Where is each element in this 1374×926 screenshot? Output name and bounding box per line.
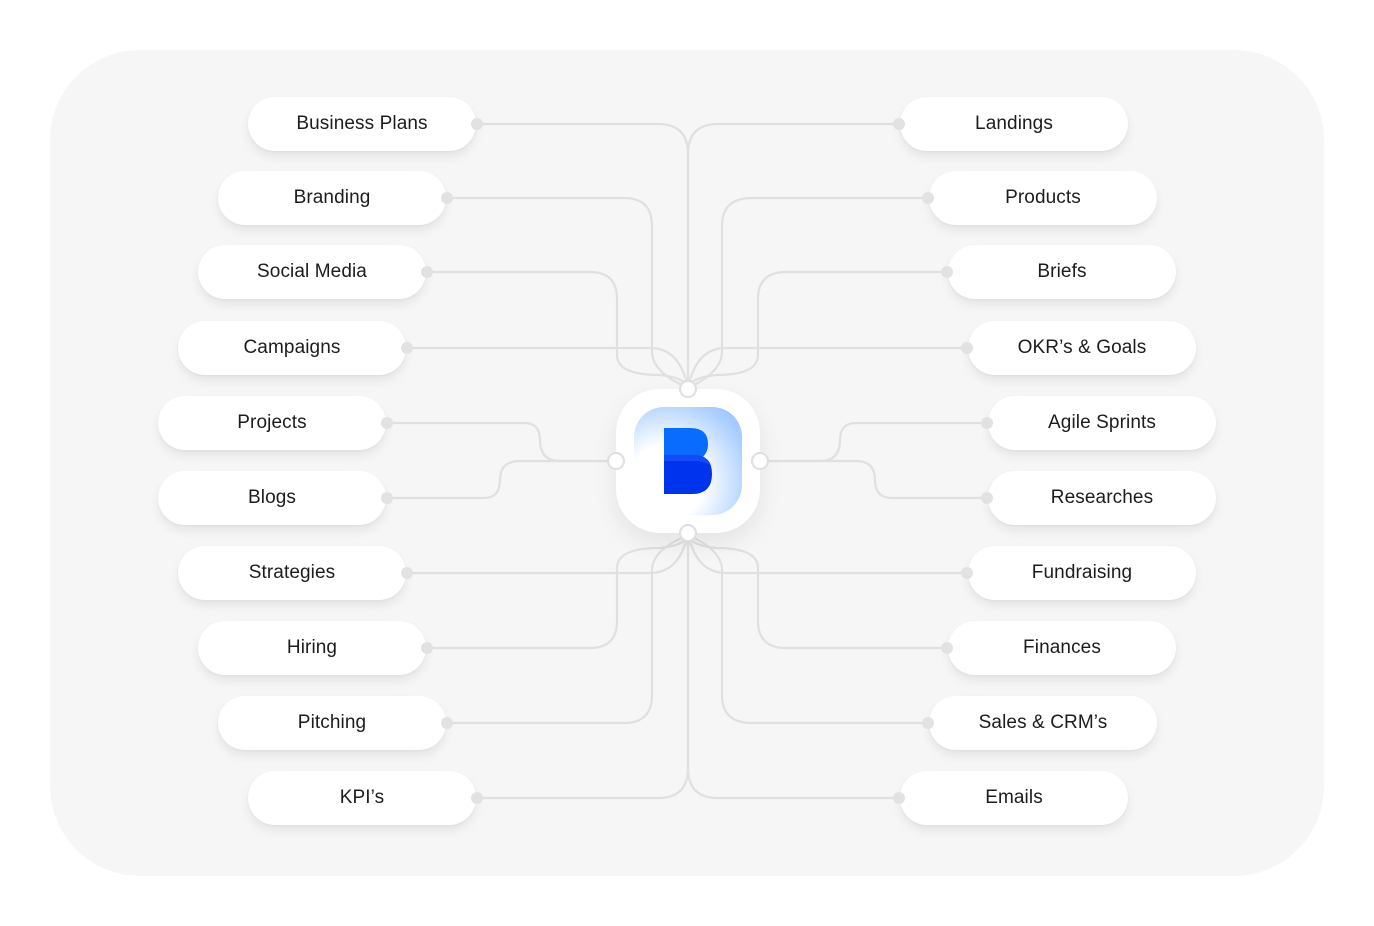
connector-dot xyxy=(401,342,413,354)
connector-dot xyxy=(401,567,413,579)
node-label: Fundraising xyxy=(1031,562,1133,583)
wire-strategies xyxy=(405,531,690,575)
wire-researches xyxy=(758,459,989,500)
wire-social-media xyxy=(425,270,690,392)
node-landings[interactable]: Landings xyxy=(900,97,1128,151)
node-label: Pitching xyxy=(297,712,367,733)
node-label: Hiring xyxy=(286,637,338,658)
node-finances[interactable]: Finances xyxy=(948,621,1176,675)
connector-dot xyxy=(421,642,433,654)
wire-briefs xyxy=(686,270,949,392)
wire-business-plans xyxy=(475,122,690,392)
wire-projects xyxy=(385,421,618,463)
wire-blogs xyxy=(385,459,618,500)
central-hub[interactable] xyxy=(607,380,769,542)
wire-agile-sprints xyxy=(758,421,989,463)
connector-dot xyxy=(941,266,953,278)
node-projects[interactable]: Projects xyxy=(158,396,386,450)
node-agile-sprints[interactable]: Agile Sprints xyxy=(988,396,1216,450)
node-label: Projects xyxy=(237,412,307,433)
wire-finances xyxy=(686,531,949,650)
wire-sales-crms xyxy=(686,533,930,725)
node-blogs[interactable]: Blogs xyxy=(158,471,386,525)
node-fundraising[interactable]: Fundraising xyxy=(968,546,1196,600)
node-social-media[interactable]: Social Media xyxy=(198,245,426,299)
connector-dot xyxy=(381,492,393,504)
node-label: Strategies xyxy=(248,562,336,583)
node-label: Researches xyxy=(1050,487,1154,508)
connector-dot xyxy=(981,492,993,504)
wire-campaigns xyxy=(405,346,690,390)
connector-dot xyxy=(922,717,934,729)
connector-dot xyxy=(893,118,905,130)
node-products[interactable]: Products xyxy=(929,171,1157,225)
node-pitching[interactable]: Pitching xyxy=(218,696,446,750)
node-label: Business Plans xyxy=(296,113,428,134)
wire-products xyxy=(686,196,930,390)
connector-dot xyxy=(981,417,993,429)
node-label: Agile Sprints xyxy=(1048,412,1156,433)
connector-dot xyxy=(381,417,393,429)
wire-pitching xyxy=(445,533,690,725)
connector-dot xyxy=(961,567,973,579)
node-business-plans[interactable]: Business Plans xyxy=(248,97,476,151)
node-branding[interactable]: Branding xyxy=(218,171,446,225)
hub-port-right[interactable] xyxy=(751,452,769,470)
connector-dot xyxy=(441,717,453,729)
node-label: Products xyxy=(1005,187,1081,208)
wire-landings xyxy=(686,122,901,156)
connector-dot xyxy=(922,192,934,204)
node-label: Campaigns xyxy=(243,337,341,358)
node-campaigns[interactable]: Campaigns xyxy=(178,321,406,375)
connector-dot xyxy=(961,342,973,354)
node-label: Sales & CRM’s xyxy=(978,712,1108,733)
node-hiring[interactable]: Hiring xyxy=(198,621,426,675)
node-label: Blogs xyxy=(247,487,297,508)
node-label: OKR’s & Goals xyxy=(1017,337,1147,358)
node-okrs-goals[interactable]: OKR’s & Goals xyxy=(968,321,1196,375)
connector-dot xyxy=(441,192,453,204)
wire-hiring xyxy=(425,531,690,650)
connector-dot xyxy=(893,792,905,804)
connector-dot xyxy=(421,266,433,278)
node-kpis[interactable]: KPI’s xyxy=(248,771,476,825)
node-strategies[interactable]: Strategies xyxy=(178,546,406,600)
hub-port-bottom[interactable] xyxy=(679,524,697,542)
hub-port-top[interactable] xyxy=(679,380,697,398)
node-label: Briefs xyxy=(1037,261,1087,282)
node-label: KPI’s xyxy=(339,787,385,808)
node-label: Finances xyxy=(1023,637,1101,658)
wire-branding xyxy=(445,196,690,390)
node-emails[interactable]: Emails xyxy=(900,771,1128,825)
node-sales-crms[interactable]: Sales & CRM’s xyxy=(929,696,1157,750)
node-label: Landings xyxy=(975,113,1053,134)
b-logo-icon xyxy=(664,428,712,494)
node-researches[interactable]: Researches xyxy=(988,471,1216,525)
connector-dot xyxy=(941,642,953,654)
connector-dot xyxy=(471,118,483,130)
node-briefs[interactable]: Briefs xyxy=(948,245,1176,299)
connector-dot xyxy=(471,792,483,804)
node-label: Social Media xyxy=(257,261,367,282)
node-label: Branding xyxy=(293,187,371,208)
wire-emails xyxy=(686,766,901,800)
wire-fundraising xyxy=(686,531,969,575)
node-label: Emails xyxy=(985,787,1043,808)
wire-okrs xyxy=(686,346,969,390)
hub-port-left[interactable] xyxy=(607,452,625,470)
